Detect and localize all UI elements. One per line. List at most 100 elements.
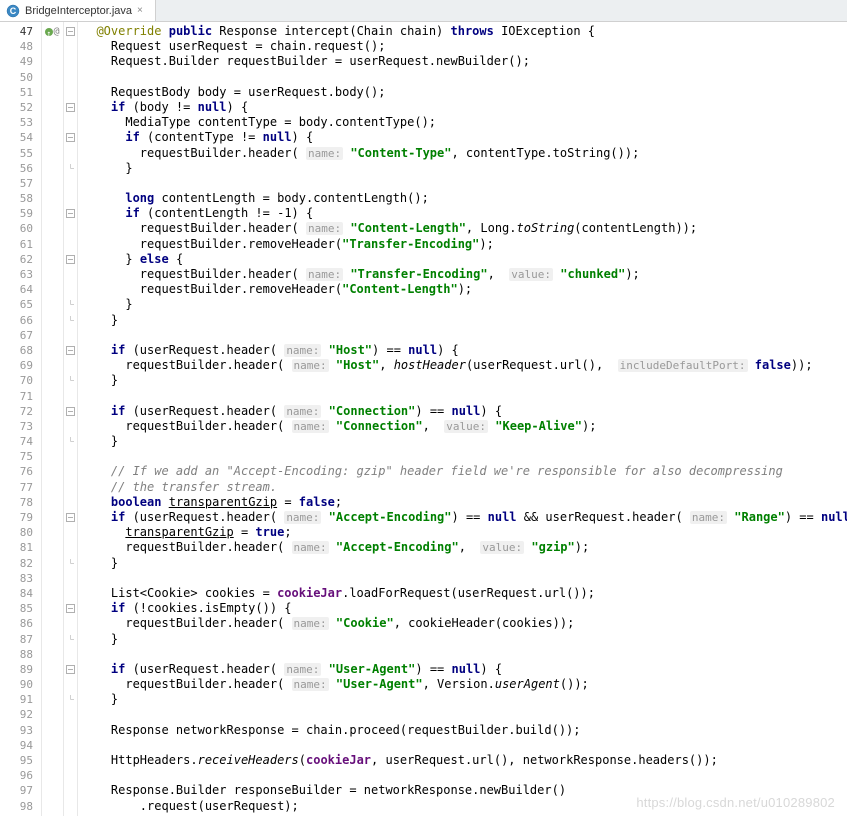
line-number[interactable]: 48 bbox=[0, 39, 33, 54]
line-number[interactable]: 60 bbox=[0, 221, 33, 236]
code-line[interactable] bbox=[82, 647, 847, 662]
code-line[interactable]: requestBuilder.header( name: "User-Agent… bbox=[82, 677, 847, 692]
fold-marker[interactable] bbox=[64, 601, 77, 616]
code-line[interactable]: // the transfer stream. bbox=[82, 480, 847, 495]
code-line[interactable]: if (userRequest.header( name: "Connectio… bbox=[82, 404, 847, 419]
line-number[interactable]: 55 bbox=[0, 146, 33, 161]
override-icon[interactable] bbox=[45, 28, 53, 36]
code-line[interactable]: long contentLength = body.contentLength(… bbox=[82, 191, 847, 206]
fold-marker[interactable] bbox=[64, 510, 77, 525]
fold-marker[interactable] bbox=[64, 130, 77, 145]
line-number[interactable]: 52 bbox=[0, 100, 33, 115]
line-number[interactable]: 70 bbox=[0, 373, 33, 388]
line-number[interactable]: 91 bbox=[0, 692, 33, 707]
code-line[interactable]: if (userRequest.header( name: "Accept-En… bbox=[82, 510, 847, 525]
fold-marker[interactable] bbox=[64, 556, 77, 571]
code-line[interactable]: requestBuilder.header( name: "Content-Ty… bbox=[82, 146, 847, 161]
code-line[interactable]: List<Cookie> cookies = cookieJar.loadFor… bbox=[82, 586, 847, 601]
line-number[interactable]: 96 bbox=[0, 768, 33, 783]
marker-column[interactable]: @ bbox=[42, 22, 64, 816]
code-area[interactable]: @Override public Response intercept(Chai… bbox=[78, 22, 847, 816]
line-number[interactable]: 83 bbox=[0, 571, 33, 586]
line-number[interactable]: 68 bbox=[0, 343, 33, 358]
code-line[interactable]: } bbox=[82, 161, 847, 176]
code-line[interactable]: if (contentLength != -1) { bbox=[82, 206, 847, 221]
line-number[interactable]: 56 bbox=[0, 161, 33, 176]
fold-marker[interactable] bbox=[64, 662, 77, 677]
line-number[interactable]: 87 bbox=[0, 632, 33, 647]
line-number[interactable]: 78 bbox=[0, 495, 33, 510]
line-number[interactable]: 88 bbox=[0, 647, 33, 662]
line-number[interactable]: 47 bbox=[0, 24, 33, 39]
code-line[interactable] bbox=[82, 707, 847, 722]
line-number[interactable]: 69 bbox=[0, 358, 33, 373]
line-number[interactable]: 92 bbox=[0, 707, 33, 722]
line-number[interactable]: 65 bbox=[0, 297, 33, 312]
line-number[interactable]: 97 bbox=[0, 783, 33, 798]
code-line[interactable] bbox=[82, 571, 847, 586]
line-number[interactable]: 73 bbox=[0, 419, 33, 434]
code-line[interactable]: requestBuilder.removeHeader("Transfer-En… bbox=[82, 237, 847, 252]
line-number[interactable]: 79 bbox=[0, 510, 33, 525]
code-line[interactable] bbox=[82, 768, 847, 783]
code-line[interactable]: Request.Builder requestBuilder = userReq… bbox=[82, 54, 847, 69]
code-line[interactable]: Response.Builder responseBuilder = netwo… bbox=[82, 783, 847, 798]
line-number[interactable]: 93 bbox=[0, 723, 33, 738]
fold-marker[interactable] bbox=[64, 343, 77, 358]
fold-marker[interactable] bbox=[64, 313, 77, 328]
code-line[interactable]: transparentGzip = true; bbox=[82, 525, 847, 540]
tab-file[interactable]: C BridgeInterceptor.java × bbox=[0, 0, 156, 21]
line-number[interactable]: 58 bbox=[0, 191, 33, 206]
code-line[interactable]: HttpHeaders.receiveHeaders(cookieJar, us… bbox=[82, 753, 847, 768]
code-line[interactable]: requestBuilder.header( name: "Accept-Enc… bbox=[82, 540, 847, 555]
code-line[interactable]: if (contentType != null) { bbox=[82, 130, 847, 145]
code-line[interactable]: requestBuilder.header( name: "Content-Le… bbox=[82, 221, 847, 236]
fold-marker[interactable] bbox=[64, 404, 77, 419]
line-number[interactable]: 90 bbox=[0, 677, 33, 692]
code-line[interactable]: if (userRequest.header( name: "User-Agen… bbox=[82, 662, 847, 677]
line-number[interactable]: 57 bbox=[0, 176, 33, 191]
code-line[interactable] bbox=[82, 328, 847, 343]
code-line[interactable] bbox=[82, 389, 847, 404]
fold-marker[interactable] bbox=[64, 632, 77, 647]
line-number[interactable]: 80 bbox=[0, 525, 33, 540]
code-line[interactable]: } bbox=[82, 373, 847, 388]
code-line[interactable]: requestBuilder.header( name: "Transfer-E… bbox=[82, 267, 847, 282]
line-number-gutter[interactable]: 4748495051525354555657585960616263646566… bbox=[0, 22, 42, 816]
code-line[interactable]: } else { bbox=[82, 252, 847, 267]
fold-marker[interactable] bbox=[64, 373, 77, 388]
line-number[interactable]: 95 bbox=[0, 753, 33, 768]
code-line[interactable]: boolean transparentGzip = false; bbox=[82, 495, 847, 510]
code-line[interactable]: requestBuilder.header( name: "Cookie", c… bbox=[82, 616, 847, 631]
code-line[interactable] bbox=[82, 449, 847, 464]
fold-marker[interactable] bbox=[64, 24, 77, 39]
code-line[interactable] bbox=[82, 738, 847, 753]
fold-marker[interactable] bbox=[64, 252, 77, 267]
line-number[interactable]: 64 bbox=[0, 282, 33, 297]
code-line[interactable]: RequestBody body = userRequest.body(); bbox=[82, 85, 847, 100]
code-line[interactable]: } bbox=[82, 692, 847, 707]
code-line[interactable]: } bbox=[82, 556, 847, 571]
code-line[interactable]: MediaType contentType = body.contentType… bbox=[82, 115, 847, 130]
line-number[interactable]: 59 bbox=[0, 206, 33, 221]
code-line[interactable]: if (body != null) { bbox=[82, 100, 847, 115]
code-line[interactable]: @Override public Response intercept(Chai… bbox=[82, 24, 847, 39]
code-line[interactable]: if (userRequest.header( name: "Host") ==… bbox=[82, 343, 847, 358]
code-line[interactable]: if (!cookies.isEmpty()) { bbox=[82, 601, 847, 616]
line-number[interactable]: 53 bbox=[0, 115, 33, 130]
code-line[interactable]: requestBuilder.header( name: "Connection… bbox=[82, 419, 847, 434]
line-number[interactable]: 86 bbox=[0, 616, 33, 631]
line-number[interactable]: 66 bbox=[0, 313, 33, 328]
code-line[interactable]: } bbox=[82, 313, 847, 328]
code-line[interactable]: requestBuilder.removeHeader("Content-Len… bbox=[82, 282, 847, 297]
fold-marker[interactable] bbox=[64, 434, 77, 449]
fold-marker[interactable] bbox=[64, 206, 77, 221]
fold-marker[interactable] bbox=[64, 692, 77, 707]
code-line[interactable] bbox=[82, 70, 847, 85]
line-number[interactable]: 75 bbox=[0, 449, 33, 464]
code-line[interactable]: // If we add an "Accept-Encoding: gzip" … bbox=[82, 464, 847, 479]
line-number[interactable]: 72 bbox=[0, 404, 33, 419]
line-number[interactable]: 89 bbox=[0, 662, 33, 677]
code-line[interactable]: } bbox=[82, 297, 847, 312]
code-line[interactable] bbox=[82, 176, 847, 191]
